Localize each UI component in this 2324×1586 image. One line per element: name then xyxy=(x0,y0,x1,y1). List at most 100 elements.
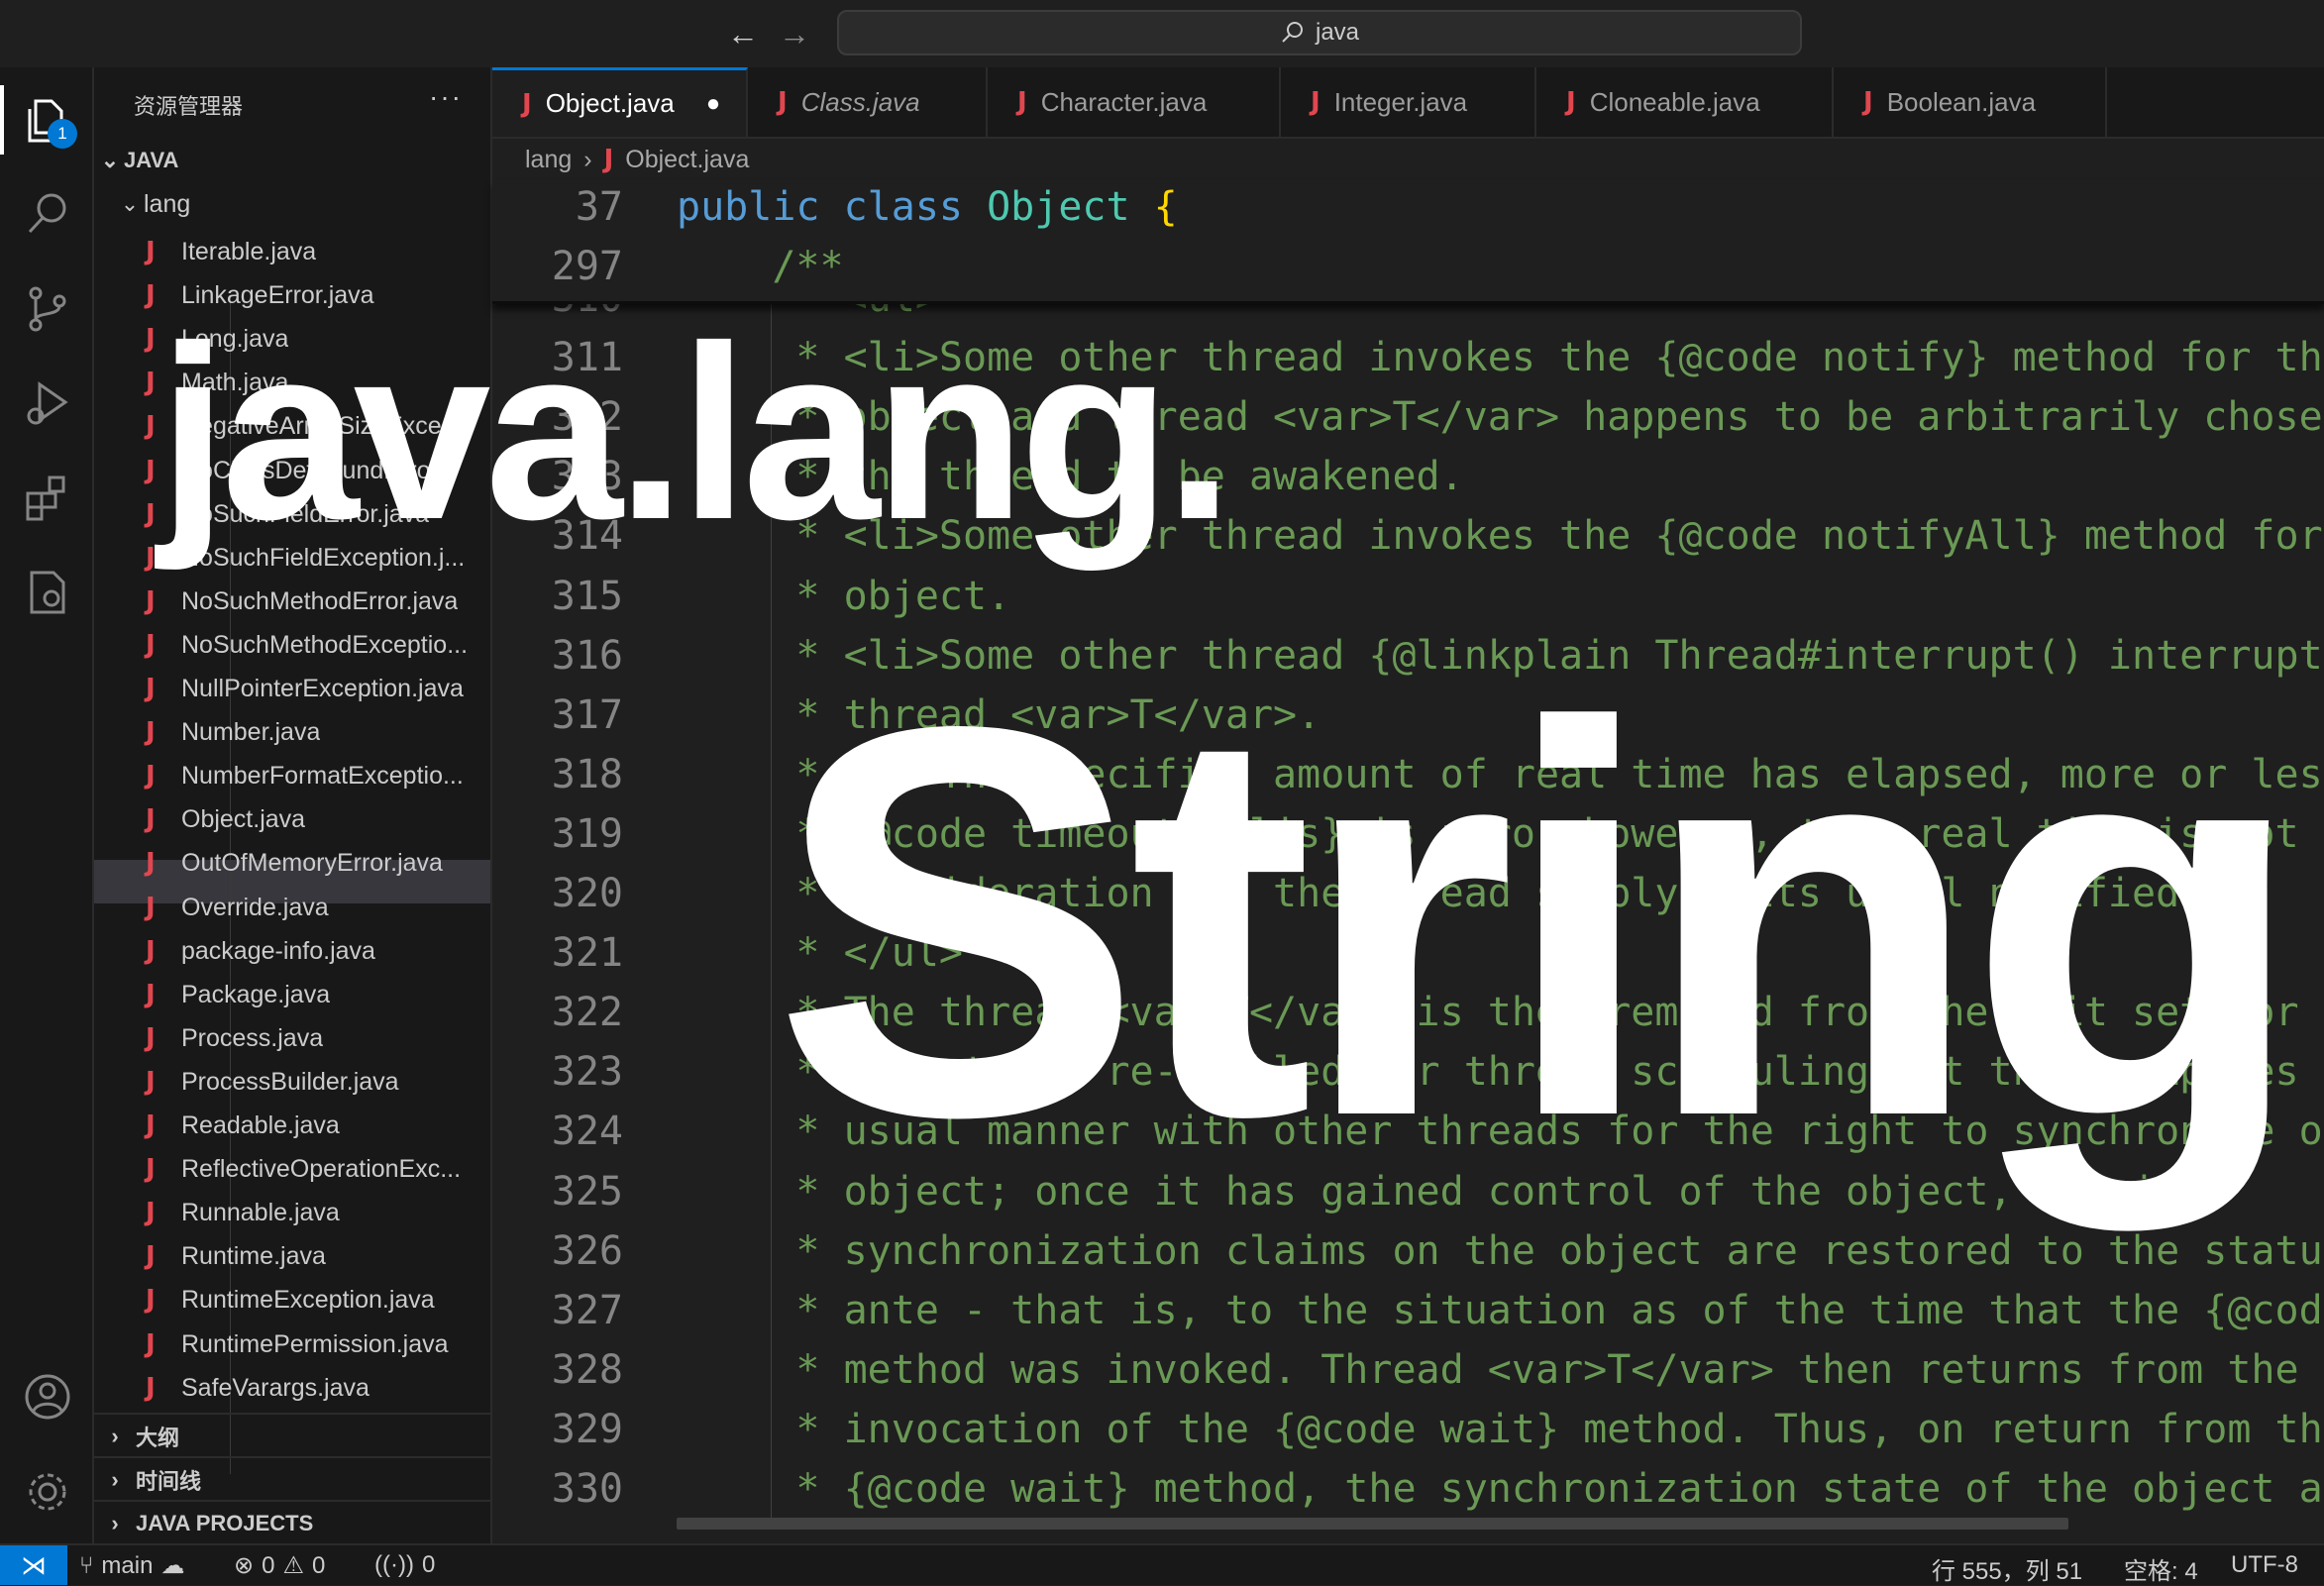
file-item[interactable]: J Override.java xyxy=(94,886,490,929)
code-line[interactable]: * ante - that is, to the situation as of… xyxy=(677,1288,2324,1347)
code-line[interactable]: * invocation of the {@code wait} method.… xyxy=(677,1407,2324,1466)
section-timeline[interactable]: › 时间线 xyxy=(94,1456,490,1502)
chevron-down-icon: ⌄ xyxy=(100,148,120,172)
java-file-icon: J xyxy=(146,674,156,703)
java-file-icon: J xyxy=(146,893,156,922)
tab-class-java[interactable]: J Class.java xyxy=(748,67,988,137)
file-item[interactable]: J ReflectiveOperationExc... xyxy=(94,1147,490,1191)
breadcrumb-file[interactable]: Object.java xyxy=(625,146,749,174)
remote-indicator-icon[interactable]: ⋊ xyxy=(0,1545,67,1585)
unsaved-dot-icon[interactable]: ● xyxy=(706,90,721,118)
explorer-sidebar: 资源管理器 ··· ⌄ JAVA ⌄ lang J Iterable.java J L… xyxy=(94,67,492,1543)
code-line[interactable]: public class Object { xyxy=(677,184,1178,244)
folder-label: lang xyxy=(144,189,191,218)
file-item[interactable]: Jpackage-info.java xyxy=(94,929,490,973)
code-line[interactable]: * synchronization claims on the object a… xyxy=(677,1228,2324,1288)
tab-label: Integer.java xyxy=(1333,86,1468,117)
file-item[interactable]: J Readable.java xyxy=(94,1104,490,1147)
code-line[interactable]: * {@code wait} method, the synchronizati… xyxy=(677,1466,2324,1526)
arrow-right-icon[interactable]: → xyxy=(779,16,810,53)
account-icon[interactable] xyxy=(22,1371,73,1423)
file-item[interactable]: J NoSuchMethodExceptio... xyxy=(94,623,490,667)
file-name: Process.java xyxy=(181,1023,324,1052)
file-name: OutOfMemoryError.java xyxy=(181,848,443,877)
file-item[interactable]: J NoSuchMethodError.java xyxy=(94,580,490,623)
tree-folder-lang[interactable]: ⌄ lang xyxy=(94,182,490,226)
breadcrumb: lang › J Object.java xyxy=(525,145,749,174)
problems-status[interactable]: ⊗ 0 ⚠ 0 xyxy=(234,1551,325,1580)
encoding-status[interactable]: UTF-8 xyxy=(2231,1551,2298,1579)
code-line[interactable]: * method was invoked. Thread <var>T</var… xyxy=(677,1347,2298,1407)
extensions-icon[interactable] xyxy=(22,472,73,523)
chevron-down-icon: ⌄ xyxy=(120,191,140,216)
tab-label: Boolean.java xyxy=(1886,86,2037,117)
line-number: 318 xyxy=(551,752,623,797)
run-debug-icon[interactable] xyxy=(22,376,73,428)
cursor-position[interactable]: 行 555，列 51 xyxy=(1932,1551,2082,1586)
tab-character-java[interactable]: J Character.java xyxy=(988,67,1281,137)
file-item[interactable]: J Runnable.java xyxy=(94,1191,490,1234)
tab-label: Class.java xyxy=(800,86,920,117)
line-number: 328 xyxy=(551,1347,623,1393)
line-number: 323 xyxy=(551,1049,623,1095)
file-item[interactable]: J ProcessBuilder.java xyxy=(94,1060,490,1104)
java-file-icon: J xyxy=(146,1285,156,1315)
file-item[interactable]: J RuntimePermission.java xyxy=(94,1322,490,1366)
status-bar: ⋊ ⑂ main ☁ ⊗ 0 ⚠ 0 ((·)) 0 行 555，列 51 空格… xyxy=(0,1543,2324,1585)
command-center-search[interactable]: java xyxy=(837,10,1802,55)
java-file-icon: J xyxy=(146,1241,156,1271)
warning-icon: ⚠ xyxy=(282,1552,304,1579)
file-name: Number.java xyxy=(181,717,321,746)
file-item[interactable]: J Object.java xyxy=(94,797,490,841)
indentation-status[interactable]: 空格: 4 xyxy=(2124,1551,2198,1586)
broadcast-icon: ((·)) xyxy=(374,1551,414,1578)
title-bar: ← → java xyxy=(0,0,2324,67)
file-item[interactable]: J NumberFormatExceptio... xyxy=(94,754,490,797)
breadcrumb-folder[interactable]: lang xyxy=(525,146,572,174)
warning-count: 0 xyxy=(311,1551,326,1579)
overlay-title: java.lang. xyxy=(158,294,1233,571)
file-item[interactable]: J Iterable.java xyxy=(94,230,490,273)
search-icon[interactable] xyxy=(22,188,73,240)
section-java-projects-label: JAVA PROJECTS xyxy=(136,1511,314,1535)
tab-object-java[interactable]: J Object.java ● xyxy=(492,67,748,137)
file-name: Runnable.java xyxy=(181,1198,340,1226)
file-item[interactable]: J Process.java xyxy=(94,1016,490,1060)
file-item[interactable]: J RuntimeException.java xyxy=(94,1278,490,1322)
arrow-left-icon[interactable]: ← xyxy=(727,16,759,53)
file-item[interactable]: J Runtime.java xyxy=(94,1234,490,1278)
ports-status[interactable]: ((·)) 0 xyxy=(374,1551,435,1579)
more-actions-icon[interactable]: ··· xyxy=(429,81,463,113)
java-file-icon: J xyxy=(146,936,156,966)
file-name: Iterable.java xyxy=(181,237,317,265)
java-file-icon: J xyxy=(146,1067,156,1097)
file-item[interactable]: J OutOfMemoryError.java xyxy=(94,841,490,885)
tab-integer-java[interactable]: J Integer.java xyxy=(1281,67,1536,137)
chevron-right-icon: › xyxy=(111,1511,119,1535)
java-file-icon: J xyxy=(146,1198,156,1227)
tab-boolean-java[interactable]: J Boolean.java xyxy=(1834,67,2107,137)
class-name: Object xyxy=(987,184,1130,230)
java-file-icon: J xyxy=(1017,87,1027,117)
file-item[interactable]: J Package.java xyxy=(94,973,490,1016)
file-name: SafeVarargs.java xyxy=(181,1373,370,1402)
file-item[interactable]: J SafeVarargs.java xyxy=(94,1366,490,1410)
remote-explorer-icon[interactable] xyxy=(22,567,73,618)
horizontal-scrollbar[interactable] xyxy=(677,1518,2068,1530)
line-number: 324 xyxy=(551,1109,623,1154)
source-control-icon[interactable] xyxy=(22,283,73,335)
line-number: 320 xyxy=(551,871,623,916)
java-file-icon: J xyxy=(146,848,156,878)
java-file-icon: J xyxy=(146,980,156,1009)
tab-cloneable-java[interactable]: J Cloneable.java xyxy=(1536,67,1834,137)
java-file-icon: J xyxy=(146,1023,156,1053)
file-item[interactable]: J NullPointerException.java xyxy=(94,667,490,710)
gear-icon[interactable] xyxy=(22,1466,73,1518)
tree-root-java[interactable]: ⌄ JAVA xyxy=(94,139,490,182)
section-java-projects[interactable]: › JAVA PROJECTS xyxy=(94,1500,490,1543)
file-name: ProcessBuilder.java xyxy=(181,1067,399,1096)
line-number: 316 xyxy=(551,633,623,679)
branch-status[interactable]: ⑂ main ☁ xyxy=(79,1551,184,1580)
file-item[interactable]: J Number.java xyxy=(94,710,490,754)
section-outline[interactable]: › 大纲 xyxy=(94,1413,490,1458)
